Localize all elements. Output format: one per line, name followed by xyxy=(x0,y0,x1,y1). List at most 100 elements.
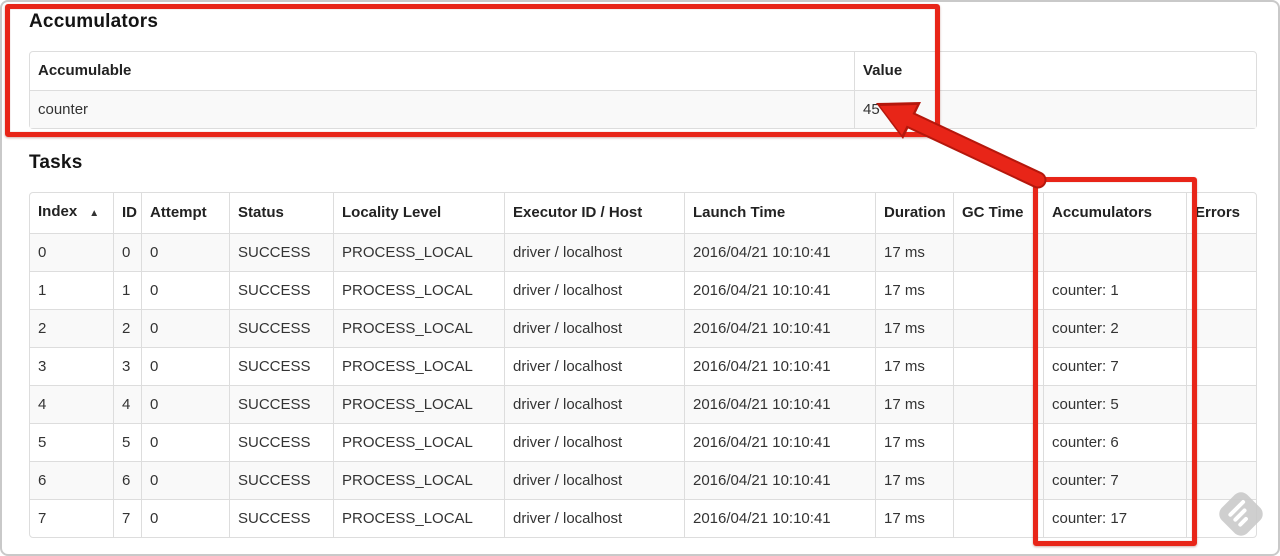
task-header-executor-id-host[interactable]: Executor ID / Host xyxy=(504,193,684,233)
task-cell-gc-time xyxy=(953,385,1043,423)
task-cell-status: SUCCESS xyxy=(229,385,333,423)
task-cell-duration: 17 ms xyxy=(875,271,953,309)
task-cell-launch-time: 2016/04/21 10:10:41 xyxy=(684,271,875,309)
task-row-2: 2 2 0 SUCCESS PROCESS_LOCAL driver / localhos… xyxy=(30,309,1256,347)
task-cell-accumulators: counter: 7 xyxy=(1043,461,1186,499)
task-header-gc-time[interactable]: GC Time xyxy=(953,193,1043,233)
task-cell-status: SUCCESS xyxy=(229,309,333,347)
task-header-label: Locality Level xyxy=(342,204,442,221)
task-cell-launch-time: 2016/04/21 10:10:41 xyxy=(684,309,875,347)
task-header-label: Attempt xyxy=(150,204,207,221)
task-cell-duration: 17 ms xyxy=(875,309,953,347)
task-cell-id: 3 xyxy=(113,347,141,385)
task-cell-index: 5 xyxy=(30,423,113,461)
tasks-table-body: 0 0 0 SUCCESS PROCESS_LOCAL driver / localhos… xyxy=(30,233,1256,537)
task-cell-accumulators: counter: 6 xyxy=(1043,423,1186,461)
task-cell-launch-time: 2016/04/21 10:10:41 xyxy=(684,461,875,499)
task-cell-index: 2 xyxy=(30,309,113,347)
task-cell-gc-time xyxy=(953,271,1043,309)
task-cell-index: 6 xyxy=(30,461,113,499)
task-cell-id: 7 xyxy=(113,499,141,537)
task-header-locality-level[interactable]: Locality Level xyxy=(333,193,504,233)
task-cell-index: 4 xyxy=(30,385,113,423)
accumulable-header-label: Accumulable xyxy=(38,62,132,79)
task-cell-gc-time xyxy=(953,499,1043,537)
task-cell-errors xyxy=(1186,233,1256,271)
task-cell-executor-id-host: driver / localhost xyxy=(504,385,684,423)
task-cell-errors xyxy=(1186,309,1256,347)
accumulable-cell-accumulable: counter xyxy=(30,90,854,128)
task-cell-launch-time: 2016/04/21 10:10:41 xyxy=(684,233,875,271)
task-cell-id: 6 xyxy=(113,461,141,499)
task-cell-launch-time: 2016/04/21 10:10:41 xyxy=(684,423,875,461)
task-header-label: Duration xyxy=(884,204,946,221)
task-header-accumulators[interactable]: Accumulators xyxy=(1043,193,1186,233)
task-cell-id: 2 xyxy=(113,309,141,347)
accumulable-header-value: Value xyxy=(854,52,1256,90)
task-header-label: Executor ID / Host xyxy=(513,204,643,221)
task-cell-locality-level: PROCESS_LOCAL xyxy=(333,309,504,347)
task-cell-accumulators: counter: 17 xyxy=(1043,499,1186,537)
task-cell-accumulators: counter: 1 xyxy=(1043,271,1186,309)
task-header-label: GC Time xyxy=(962,204,1024,221)
task-cell-attempt: 0 xyxy=(141,423,229,461)
task-cell-attempt: 0 xyxy=(141,385,229,423)
task-row-6: 6 6 0 SUCCESS PROCESS_LOCAL driver / localhos… xyxy=(30,461,1256,499)
task-row-1: 1 1 0 SUCCESS PROCESS_LOCAL driver / localhos… xyxy=(30,271,1256,309)
accumulable-cell-value: 45 xyxy=(854,90,1256,128)
task-header-errors[interactable]: Errors xyxy=(1186,193,1256,233)
task-header-duration[interactable]: Duration xyxy=(875,193,953,233)
task-cell-id: 5 xyxy=(113,423,141,461)
task-cell-status: SUCCESS xyxy=(229,499,333,537)
task-cell-accumulators: counter: 5 xyxy=(1043,385,1186,423)
task-cell-id: 0 xyxy=(113,233,141,271)
task-cell-executor-id-host: driver / localhost xyxy=(504,499,684,537)
accumulable-header-row: Accumulable Value xyxy=(30,52,1256,90)
task-cell-attempt: 0 xyxy=(141,461,229,499)
task-header-label: Errors xyxy=(1195,204,1241,221)
task-header-label: Accumulators xyxy=(1052,204,1153,221)
task-cell-errors xyxy=(1186,347,1256,385)
task-cell-errors xyxy=(1186,423,1256,461)
task-cell-gc-time xyxy=(953,309,1043,347)
accumulators-section-heading: Accumulators xyxy=(29,11,159,32)
task-header-index[interactable]: Index ▲ xyxy=(30,193,113,233)
task-cell-executor-id-host: driver / localhost xyxy=(504,233,684,271)
task-cell-executor-id-host: driver / localhost xyxy=(504,423,684,461)
task-cell-locality-level: PROCESS_LOCAL xyxy=(333,385,504,423)
spark-ui-page: Accumulators Accumulable Value counter 45 … xyxy=(0,0,1280,556)
task-cell-index: 3 xyxy=(30,347,113,385)
task-cell-id: 4 xyxy=(113,385,141,423)
task-cell-duration: 17 ms xyxy=(875,499,953,537)
task-cell-index: 7 xyxy=(30,499,113,537)
task-cell-duration: 17 ms xyxy=(875,461,953,499)
task-cell-status: SUCCESS xyxy=(229,461,333,499)
task-cell-status: SUCCESS xyxy=(229,347,333,385)
task-cell-launch-time: 2016/04/21 10:10:41 xyxy=(684,499,875,537)
task-cell-status: SUCCESS xyxy=(229,271,333,309)
tasks-section-heading: Tasks xyxy=(29,152,83,173)
task-cell-launch-time: 2016/04/21 10:10:41 xyxy=(684,347,875,385)
task-row-7: 7 7 0 SUCCESS PROCESS_LOCAL driver / localhos… xyxy=(30,499,1256,537)
task-cell-errors xyxy=(1186,271,1256,309)
accumulable-table-wrap: Accumulable Value counter 45 xyxy=(29,51,1257,129)
task-cell-locality-level: PROCESS_LOCAL xyxy=(333,347,504,385)
tasks-header-row: Index ▲ ID Attempt Status Locality Level Execu… xyxy=(30,193,1256,233)
task-header-id[interactable]: ID xyxy=(113,193,141,233)
accumulable-header-accumulable: Accumulable xyxy=(30,52,854,90)
task-header-launch-time[interactable]: Launch Time xyxy=(684,193,875,233)
task-header-status[interactable]: Status xyxy=(229,193,333,233)
accumulable-table: Accumulable Value counter 45 xyxy=(29,51,1257,129)
task-cell-index: 0 xyxy=(30,233,113,271)
tasks-table: Index ▲ ID Attempt Status Locality Level Execu… xyxy=(29,192,1257,538)
task-row-0: 0 0 0 SUCCESS PROCESS_LOCAL driver / localhos… xyxy=(30,233,1256,271)
task-cell-locality-level: PROCESS_LOCAL xyxy=(333,423,504,461)
task-header-label: Launch Time xyxy=(693,204,786,221)
task-cell-executor-id-host: driver / localhost xyxy=(504,461,684,499)
task-cell-launch-time: 2016/04/21 10:10:41 xyxy=(684,385,875,423)
task-cell-accumulators: counter: 2 xyxy=(1043,309,1186,347)
task-cell-duration: 17 ms xyxy=(875,347,953,385)
tasks-table-wrap: Index ▲ ID Attempt Status Locality Level Execu… xyxy=(29,192,1257,538)
task-header-attempt[interactable]: Attempt xyxy=(141,193,229,233)
task-cell-executor-id-host: driver / localhost xyxy=(504,309,684,347)
